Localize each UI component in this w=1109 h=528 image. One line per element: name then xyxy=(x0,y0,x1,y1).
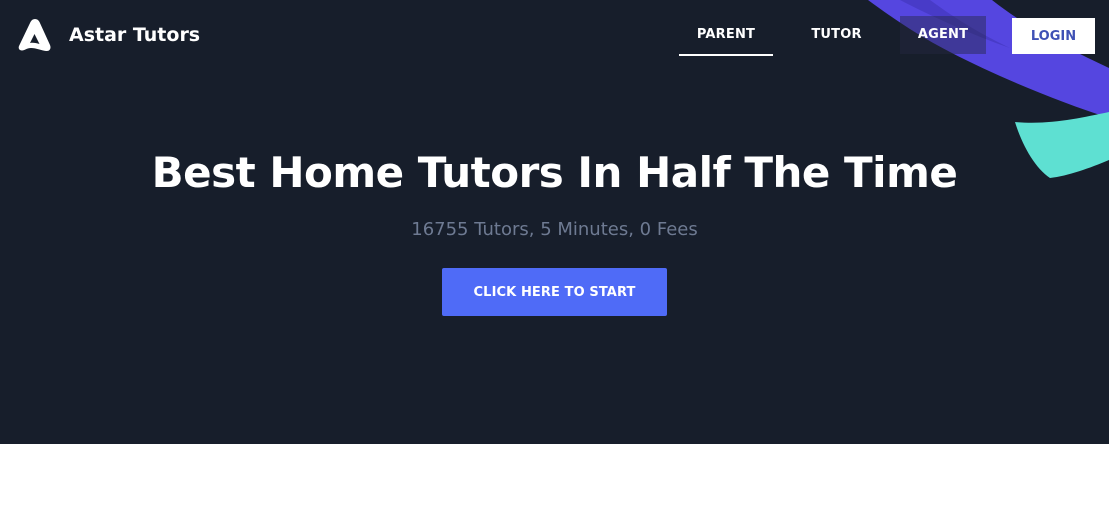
hero-headline: Best Home Tutors In Half The Time xyxy=(151,148,958,197)
start-cta-button[interactable]: CLICK HERE TO START xyxy=(442,268,667,316)
main-nav: PARENT TUTOR AGENT xyxy=(0,16,1109,56)
nav-item-agent[interactable]: AGENT xyxy=(900,16,986,54)
login-button[interactable]: LOGIN xyxy=(1012,18,1095,54)
hero-subline: 16755 Tutors, 5 Minutes, 0 Fees xyxy=(411,219,698,240)
nav-item-tutor[interactable]: TUTOR xyxy=(790,16,883,54)
content-area xyxy=(0,444,1109,528)
hero-section: Astar Tutors PARENT TUTOR AGENT LOGIN Be… xyxy=(0,0,1109,444)
nav-item-parent[interactable]: PARENT xyxy=(679,16,773,56)
